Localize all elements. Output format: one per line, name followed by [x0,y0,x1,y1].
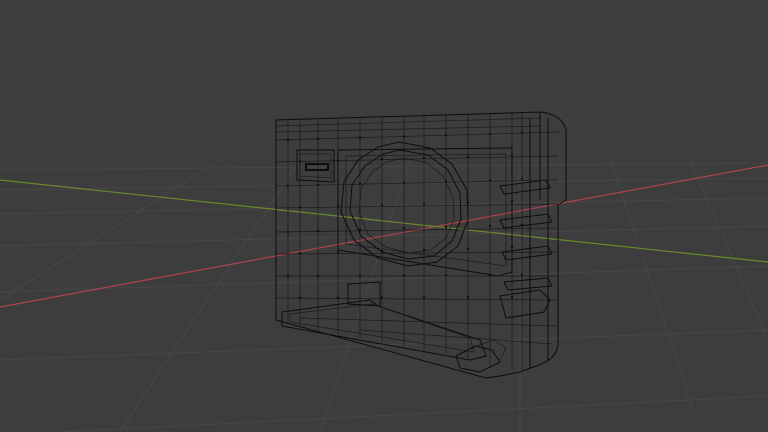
mesh-vertex [298,296,302,299]
mesh-vertex [298,252,302,255]
mesh-vertex [520,131,524,134]
mesh-vertex [466,155,470,158]
mesh-vertex [466,247,470,250]
mesh-vertex [444,180,448,183]
mesh-vertex [380,203,384,207]
mesh-vertex [336,251,340,254]
mesh-vertex [466,201,470,204]
mesh-vertex [510,246,514,249]
mesh-vertex [402,135,406,138]
mesh-vertex [488,224,492,228]
mesh-vertex [380,157,384,161]
mesh-vertex [444,226,448,229]
mesh-vertex [316,137,320,140]
mesh-vertex [520,223,524,226]
x-axis-line [0,164,768,308]
viewport-grid [0,159,768,432]
mesh-vertex [336,205,340,208]
mesh-vertex [380,249,384,253]
mesh-vertex [402,274,406,277]
mesh-vertex [286,274,290,278]
mesh-vertex [422,296,426,299]
mesh-vertex [286,184,290,188]
mesh-vertex [316,183,320,186]
mesh-vertex [444,134,448,137]
mesh-vertex [286,230,290,234]
mesh-vertex [402,181,406,184]
mesh-vertex [358,182,362,185]
mesh-vertex [520,273,524,276]
mesh-vertex [298,206,302,209]
mesh-vertex [298,160,302,163]
mesh-vertex [358,274,362,277]
mesh-vertex [336,296,340,299]
mesh-vertex [358,136,362,139]
mesh-vertex [316,229,320,232]
mesh-vertex [402,227,406,230]
mesh-vertex [520,177,524,180]
mesh-vertex [336,159,340,162]
mesh-vertex [422,248,426,251]
mesh-vertex [488,178,492,182]
mesh-vertex [488,132,492,136]
mesh-vertex [286,138,290,142]
wireframe-mesh[interactable] [275,111,567,379]
y-axis-line [0,179,768,263]
mesh-vertex [380,296,384,299]
mesh-vertex [510,295,514,298]
3d-viewport[interactable] [0,0,768,432]
mesh-vertex [358,228,362,231]
mesh-vertex [510,154,514,157]
mesh-vertex [422,156,426,159]
mesh-vertex [316,274,320,277]
mesh-vertex [510,200,514,203]
mesh-vertex [488,273,492,277]
mesh-vertex [422,202,426,205]
mesh-vertex [444,274,448,277]
mesh-vertex [466,296,470,299]
viewport-canvas[interactable] [0,0,768,432]
